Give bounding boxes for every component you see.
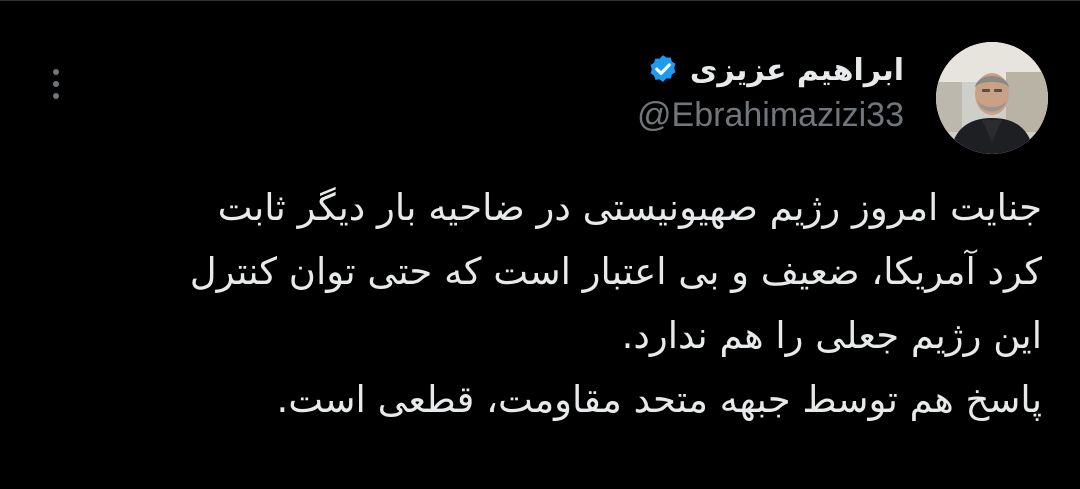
avatar[interactable] — [936, 42, 1048, 154]
more-dot — [53, 93, 59, 99]
top-divider — [0, 0, 1080, 1]
tweet-line: جنایت امروز رژیم صهیونیستی در ضاحیه بار … — [217, 186, 1042, 229]
verified-badge-icon — [646, 53, 680, 87]
name-row: ابراهیم عزیزی — [637, 48, 904, 92]
tweet-line: این رژیم جعلی را هم ندارد. — [621, 314, 1042, 357]
user-handle[interactable]: @Ebrahimazizi33 — [637, 96, 904, 135]
more-dot — [53, 81, 59, 87]
display-name[interactable]: ابراهیم عزیزی — [690, 53, 904, 88]
tweet-header: ابراهیم عزیزی @Ebrahimazizi33 — [637, 48, 904, 135]
tweet-text: جنایت امروز رژیم صهیونیستی در ضاحیه بار … — [60, 176, 1042, 432]
more-options-icon[interactable] — [36, 62, 76, 106]
tweet-line: پاسخ هم توسط جبهه متحد مقاومت، قطعی است. — [276, 378, 1042, 421]
profile-photo — [936, 42, 1048, 154]
tweet-screenshot: ابراهیم عزیزی @Ebrahimazizi33 جنایت امرو… — [0, 0, 1080, 489]
more-dot — [53, 69, 59, 75]
tweet-line: کرد آمریکا، ضعیف و بی اعتبار است که حتی … — [189, 250, 1042, 293]
